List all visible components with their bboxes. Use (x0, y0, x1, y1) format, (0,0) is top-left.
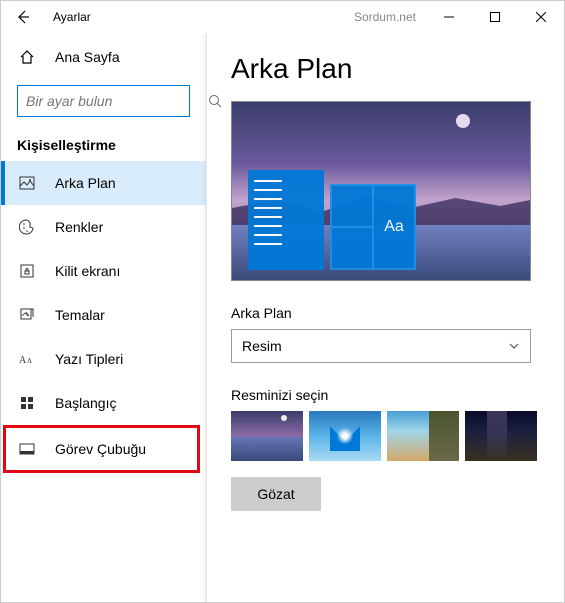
main-content: Arka Plan Aa Arka Plan Resim Resminizi s… (207, 33, 564, 602)
nav-label: Başlangıç (55, 395, 116, 411)
sidebar: Ana Sayfa Kişiselleştirme Arka Plan Renk… (1, 33, 207, 602)
page-title: Arka Plan (231, 53, 540, 85)
nav-item-lockscreen[interactable]: Kilit ekranı (1, 249, 206, 293)
palette-icon (17, 219, 37, 235)
watermark-text: Sordum.net (354, 10, 416, 24)
dropdown-value: Resim (242, 338, 282, 354)
fonts-icon: AA (17, 352, 37, 366)
image-thumbnails (231, 411, 540, 461)
preview-sample-text: Aa (374, 186, 414, 268)
home-label: Ana Sayfa (55, 49, 120, 65)
svg-text:A: A (27, 357, 32, 365)
desktop-preview: Aa (231, 101, 531, 281)
image-thumbnail[interactable] (387, 411, 459, 461)
svg-text:A: A (19, 355, 27, 366)
image-thumbnail[interactable] (231, 411, 303, 461)
picture-icon (17, 175, 37, 191)
nav-item-taskbar[interactable]: Görev Çubuğu (3, 425, 200, 473)
preview-tiles: Aa (330, 184, 416, 270)
nav-item-fonts[interactable]: AA Yazı Tipleri (1, 337, 206, 381)
back-button[interactable] (9, 3, 37, 31)
section-title: Kişiselleştirme (1, 127, 206, 161)
search-input-wrapper[interactable] (17, 85, 190, 117)
nav-label: Yazı Tipleri (55, 351, 123, 367)
minimize-button[interactable] (426, 1, 472, 33)
maximize-button[interactable] (472, 1, 518, 33)
browse-button[interactable]: Gözat (231, 477, 321, 511)
titlebar: Ayarlar Sordum.net (1, 1, 564, 33)
lockscreen-icon (17, 263, 37, 279)
nav-label: Renkler (55, 219, 103, 235)
nav-item-background[interactable]: Arka Plan (1, 161, 206, 205)
themes-icon (17, 307, 37, 323)
taskbar-icon (17, 441, 37, 457)
choose-image-label: Resminizi seçin (231, 387, 540, 403)
image-thumbnail[interactable] (309, 411, 381, 461)
home-icon (17, 49, 37, 65)
background-field-label: Arka Plan (231, 305, 540, 321)
chevron-down-icon (508, 340, 520, 352)
window-title: Ayarlar (53, 10, 91, 24)
home-link[interactable]: Ana Sayfa (1, 33, 206, 81)
close-button[interactable] (518, 1, 564, 33)
nav-item-colors[interactable]: Renkler (1, 205, 206, 249)
search-icon (208, 94, 222, 108)
nav-label: Arka Plan (55, 175, 116, 191)
nav-label: Kilit ekranı (55, 263, 120, 279)
background-dropdown[interactable]: Resim (231, 329, 531, 363)
nav-label: Görev Çubuğu (55, 441, 146, 457)
nav-label: Temalar (55, 307, 105, 323)
search-input[interactable] (26, 93, 208, 109)
image-thumbnail[interactable] (465, 411, 537, 461)
preview-start-menu (248, 170, 324, 270)
start-icon (17, 395, 37, 411)
nav-item-themes[interactable]: Temalar (1, 293, 206, 337)
nav-item-start[interactable]: Başlangıç (1, 381, 206, 425)
